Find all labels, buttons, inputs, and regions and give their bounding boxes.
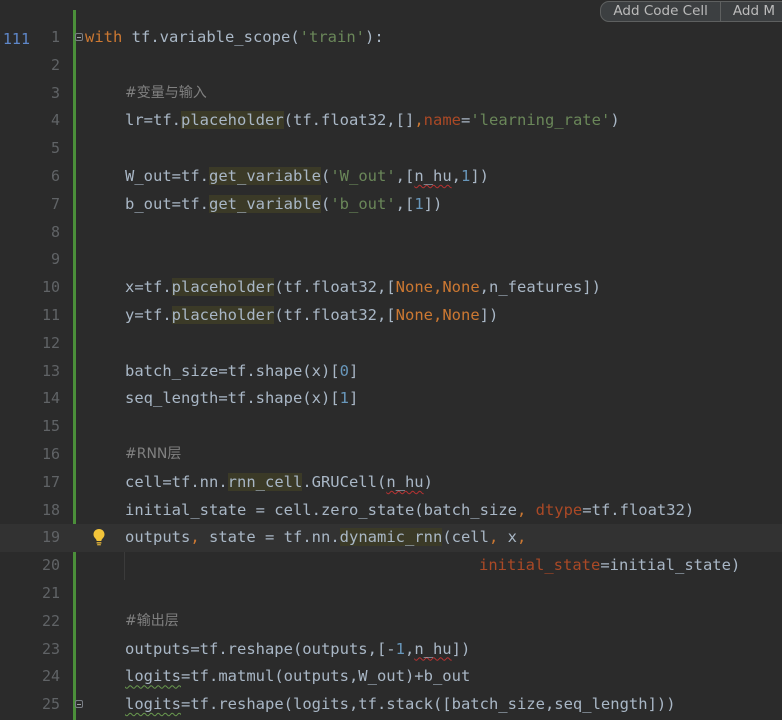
code-text: x=tf.placeholder(tf.float32,[None,None,n…: [125, 278, 601, 297]
line-number: 1: [50, 28, 60, 46]
code-text: outputs, state = tf.nn.dynamic_rnn(cell,…: [125, 528, 527, 547]
line-number: 9: [50, 250, 60, 269]
code-line: 16 #RNN层: [0, 441, 782, 469]
line-number: 10: [41, 278, 60, 297]
add-markdown-cell-button[interactable]: Add M: [720, 1, 782, 22]
code-text: logits=tf.reshape(logits,tf.stack([batch…: [125, 695, 676, 714]
code-line: 9: [0, 246, 782, 274]
code-line: 10 x=tf.placeholder(tf.float32,[None,Non…: [0, 274, 782, 302]
line-number: 2: [50, 55, 60, 74]
code-text: cell=tf.nn.rnn_cell.GRUCell(n_hu): [125, 472, 433, 491]
code-line-current: 19 outputs, state = tf.nn.dynamic_rnn(ce…: [0, 524, 782, 553]
code-editor[interactable]: 1 with tf.variable_scope('train'): 2 3 #…: [0, 24, 782, 719]
code-line: 1 with tf.variable_scope('train'):: [0, 24, 782, 52]
fold-icon[interactable]: [75, 33, 83, 41]
code-comment: #变量与输入: [125, 84, 207, 101]
code-line: 25 logits=tf.reshape(logits,tf.stack([ba…: [0, 691, 782, 719]
code-text: y=tf.placeholder(tf.float32,[None,None]): [125, 305, 499, 324]
code-line: 14 seq_length=tf.shape(x)[1]: [0, 385, 782, 413]
code-text: initial_state=initial_state): [479, 556, 741, 575]
code-line: 17 cell=tf.nn.rnn_cell.GRUCell(n_hu): [0, 469, 782, 497]
line-number: 22: [41, 611, 60, 630]
line-number: 21: [41, 583, 60, 602]
line-number: 15: [41, 417, 60, 436]
line-number: 20: [41, 556, 60, 575]
code-comment: #RNN层: [125, 445, 182, 462]
lightbulb-icon[interactable]: [92, 528, 106, 546]
line-number: 12: [41, 333, 60, 352]
code-line: 15: [0, 413, 782, 441]
line-number: 25: [41, 695, 60, 714]
line-number: 3: [50, 83, 60, 102]
line-number: 5: [50, 139, 60, 158]
line-number: 17: [41, 472, 60, 491]
line-number: 11: [41, 305, 60, 324]
line-number: 19: [41, 528, 60, 547]
line-number: 14: [41, 389, 60, 408]
code-line: 21: [0, 580, 782, 608]
code-line: 11 y=tf.placeholder(tf.float32,[None,Non…: [0, 302, 782, 330]
code-text: b_out=tf.get_variable('b_out',[1]): [125, 194, 443, 213]
code-text: seq_length=tf.shape(x)[1]: [125, 389, 359, 408]
line-number: 6: [50, 166, 60, 185]
code-line: 7 b_out=tf.get_variable('b_out',[1]): [0, 191, 782, 219]
code-text: batch_size=tf.shape(x)[0]: [125, 361, 359, 380]
code-text: outputs=tf.reshape(outputs,[-1,n_hu]): [125, 639, 471, 658]
code-line: 12: [0, 330, 782, 358]
line-number: 23: [41, 639, 60, 658]
code-line: 13 batch_size=tf.shape(x)[0]: [0, 358, 782, 386]
code-text: lr=tf.placeholder(tf.float32,[],name='le…: [125, 111, 620, 130]
code-text: initial_state = cell.zero_state(batch_si…: [125, 500, 695, 519]
code-line: 8: [0, 219, 782, 247]
code-line: 23 outputs=tf.reshape(outputs,[-1,n_hu]): [0, 636, 782, 664]
line-number: 24: [41, 667, 60, 686]
code-line: 18 initial_state = cell.zero_state(batch…: [0, 497, 782, 525]
line-number: 13: [41, 361, 60, 380]
cell-toolbar: Add Code Cell Add M: [600, 1, 782, 22]
code-line: 24 logits=tf.matmul(outputs,W_out)+b_out: [0, 663, 782, 691]
code-line: 4 lr=tf.placeholder(tf.float32,[],name='…: [0, 107, 782, 135]
code-line: 6 W_out=tf.get_variable('W_out',[n_hu,1]…: [0, 163, 782, 191]
line-number: 16: [41, 444, 60, 463]
code-line: 5: [0, 135, 782, 163]
code-text: with tf.variable_scope('train'):: [85, 28, 384, 46]
code-line: 3 #变量与输入: [0, 80, 782, 108]
indent-guide: [124, 552, 125, 580]
code-line: 2: [0, 52, 782, 80]
code-text: W_out=tf.get_variable('W_out',[n_hu,1]): [125, 166, 490, 185]
fold-icon[interactable]: [75, 700, 83, 709]
code-comment: #输出层: [125, 612, 179, 629]
code-line: 20 initial_state=initial_state): [0, 552, 782, 580]
add-code-cell-button[interactable]: Add Code Cell: [600, 1, 721, 22]
code-text: logits=tf.matmul(outputs,W_out)+b_out: [125, 667, 471, 686]
line-number: 7: [50, 194, 60, 213]
line-number: 18: [41, 500, 60, 519]
line-number: 8: [50, 222, 60, 241]
code-line: 22 #输出层: [0, 608, 782, 636]
line-number: 4: [50, 111, 60, 130]
